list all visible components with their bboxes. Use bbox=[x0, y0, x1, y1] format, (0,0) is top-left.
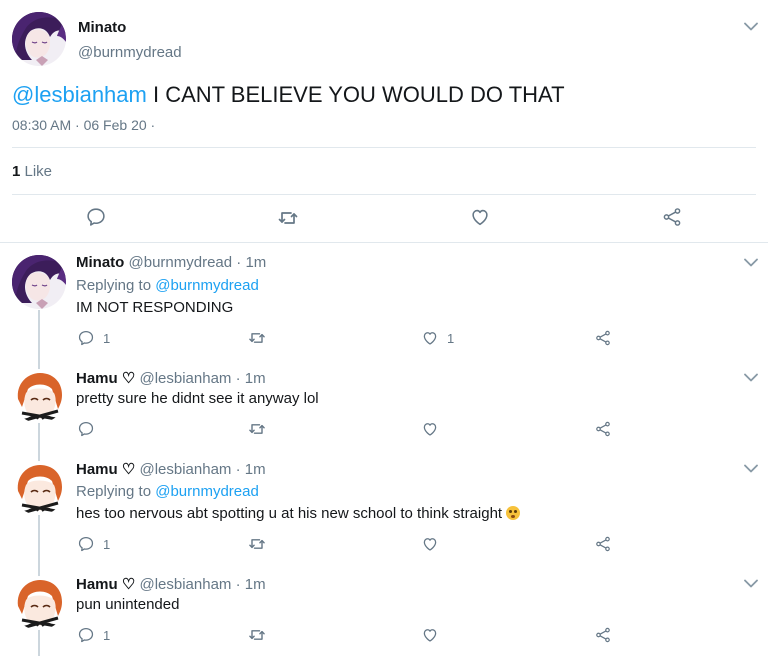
author-name[interactable]: Hamu ♡ bbox=[76, 461, 135, 478]
reply-icon[interactable] bbox=[77, 329, 95, 347]
chevron-down-icon[interactable] bbox=[744, 579, 758, 588]
like-icon[interactable] bbox=[469, 206, 491, 228]
like-icon[interactable] bbox=[421, 535, 439, 553]
chevron-down-icon[interactable] bbox=[744, 464, 758, 473]
reply-header: Hamu ♡ @lesbianham · 1m bbox=[76, 460, 266, 478]
retweet-icon[interactable] bbox=[276, 206, 300, 230]
author-handle[interactable]: @lesbianham · 1m bbox=[139, 576, 265, 593]
reply-text: hes too nervous abt spotting u at his ne… bbox=[76, 505, 521, 522]
reply-icon[interactable] bbox=[77, 535, 95, 553]
author-handle[interactable]: @burnmydread bbox=[78, 44, 182, 61]
flushed-emoji-icon bbox=[506, 506, 521, 520]
replying-to: Replying to @burnmydread bbox=[76, 277, 259, 294]
reply-text: pretty sure he didnt see it anyway lol bbox=[76, 390, 319, 407]
replying-to: Replying to @burnmydread bbox=[76, 483, 259, 500]
avatar[interactable] bbox=[12, 255, 66, 309]
reply-count: 1 bbox=[103, 628, 111, 643]
like-count[interactable]: 1 Like bbox=[12, 163, 52, 180]
reply-icon[interactable] bbox=[85, 206, 107, 228]
avatar[interactable] bbox=[12, 369, 66, 423]
divider bbox=[0, 242, 768, 243]
like-icon[interactable] bbox=[421, 420, 439, 438]
share-icon[interactable] bbox=[661, 206, 683, 228]
retweet-icon[interactable] bbox=[247, 328, 267, 348]
share-icon[interactable] bbox=[594, 420, 612, 438]
reply-icon[interactable] bbox=[77, 626, 95, 644]
reply-header: Hamu ♡ @lesbianham · 1m bbox=[76, 575, 266, 593]
reply-count: 1 bbox=[103, 537, 111, 552]
share-icon[interactable] bbox=[594, 626, 612, 644]
like-icon[interactable] bbox=[421, 329, 439, 347]
mention-link[interactable]: @lesbianham bbox=[12, 82, 147, 107]
reply-icon[interactable] bbox=[77, 420, 95, 438]
reply-header: Minato @burnmydread · 1m bbox=[76, 254, 266, 271]
retweet-icon[interactable] bbox=[247, 625, 267, 645]
like-count: 1 bbox=[447, 331, 455, 346]
author-handle[interactable]: @lesbianham · 1m bbox=[139, 370, 265, 387]
author-handle[interactable]: @lesbianham · 1m bbox=[139, 461, 265, 478]
like-icon[interactable] bbox=[421, 626, 439, 644]
share-icon[interactable] bbox=[594, 535, 612, 553]
retweet-icon[interactable] bbox=[247, 419, 267, 439]
tweet-timestamp[interactable]: 08:30 AM · 06 Feb 20 · bbox=[12, 117, 155, 133]
mention-link[interactable]: @burnmydread bbox=[155, 277, 259, 294]
share-icon[interactable] bbox=[594, 329, 612, 347]
author-name[interactable]: Minato bbox=[78, 19, 126, 36]
author-handle[interactable]: @burnmydread · 1m bbox=[129, 254, 267, 271]
divider bbox=[12, 147, 756, 148]
chevron-down-icon[interactable] bbox=[744, 373, 758, 382]
divider bbox=[12, 194, 756, 195]
avatar[interactable] bbox=[12, 12, 66, 66]
author-name[interactable]: Hamu ♡ bbox=[76, 576, 135, 593]
reply-header: Hamu ♡ @lesbianham · 1m bbox=[76, 369, 266, 387]
tweet-body: I CANT BELIEVE YOU WOULD DO THAT bbox=[146, 82, 565, 107]
avatar[interactable] bbox=[12, 461, 66, 515]
author-name[interactable]: Hamu ♡ bbox=[76, 370, 135, 387]
author-name[interactable]: Minato bbox=[76, 254, 124, 271]
chevron-down-icon[interactable] bbox=[744, 258, 758, 267]
chevron-down-icon[interactable] bbox=[744, 22, 758, 31]
avatar[interactable] bbox=[12, 576, 66, 630]
retweet-icon[interactable] bbox=[247, 534, 267, 554]
tweet-text: @lesbianham I CANT BELIEVE YOU WOULD DO … bbox=[12, 82, 565, 108]
reply-text: IM NOT RESPONDING bbox=[76, 299, 234, 316]
reply-text: pun unintended bbox=[76, 596, 180, 613]
reply-count: 1 bbox=[103, 331, 111, 346]
mention-link[interactable]: @burnmydread bbox=[155, 483, 259, 500]
